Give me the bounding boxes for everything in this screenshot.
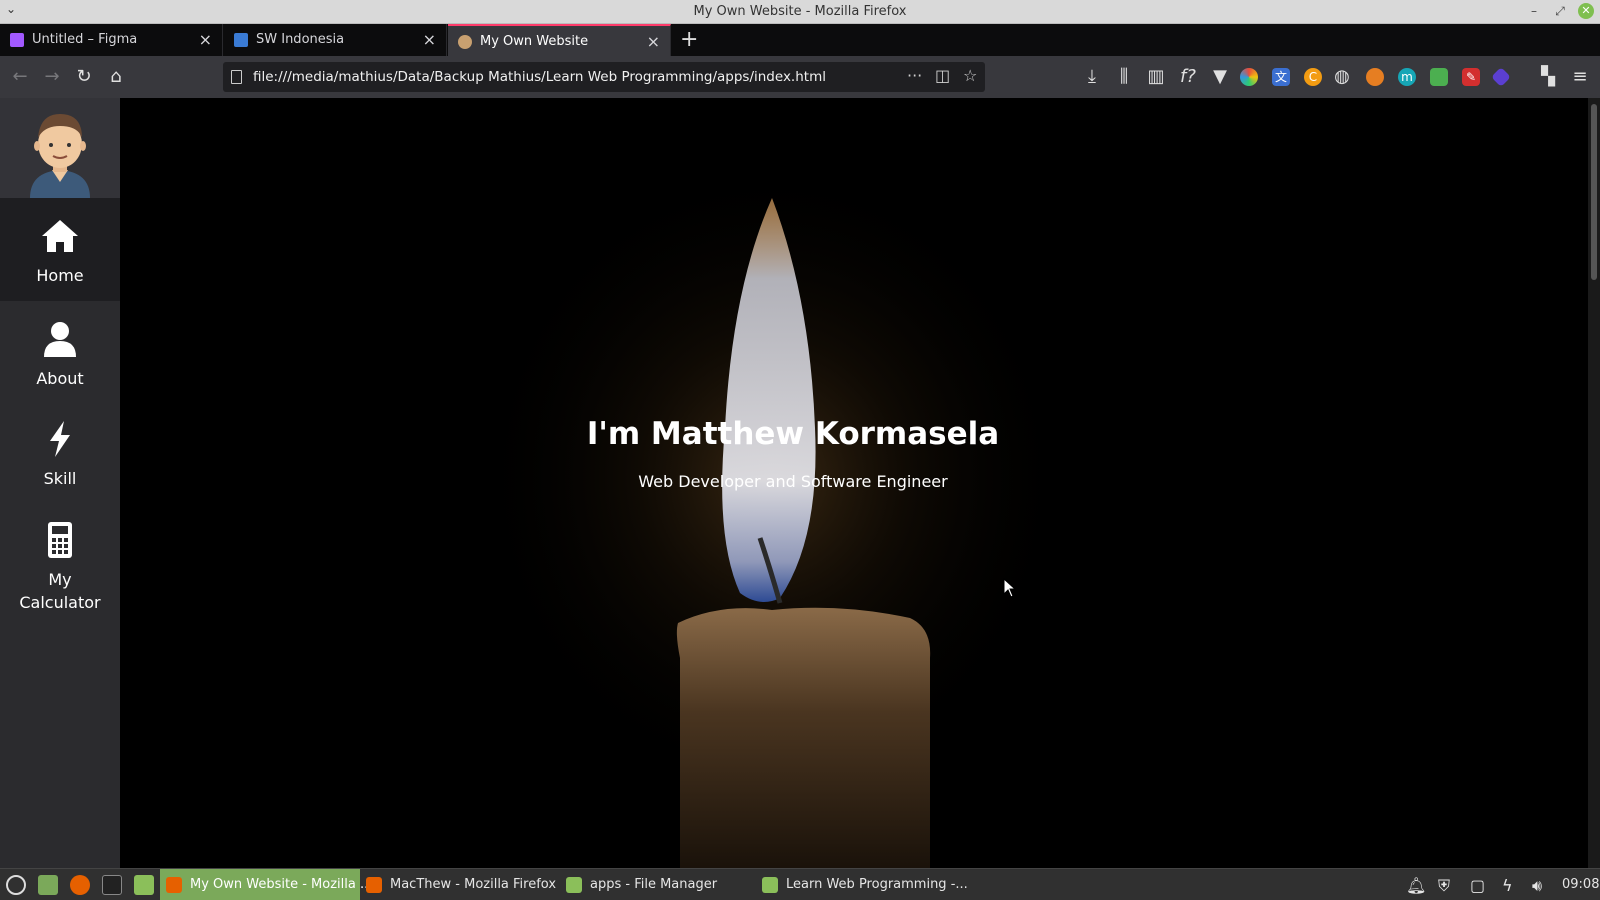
extensions-puzzle-icon[interactable]: ▚ <box>1536 65 1560 89</box>
tab-sw-indonesia[interactable]: SW Indonesia × <box>224 24 447 56</box>
reload-button[interactable]: ↻ <box>72 65 96 89</box>
close-window-button[interactable]: ✕ <box>1578 3 1594 19</box>
sidebar-label-line-2: Calculator <box>19 593 101 612</box>
figma-icon <box>10 33 24 47</box>
window-title: My Own Website - Mozilla Firefox <box>693 4 907 19</box>
folder-icon <box>566 877 582 893</box>
url-text[interactable]: file:///media/mathius/Data/Backup Mathiu… <box>253 69 826 85</box>
task-label: Learn Web Programming -... <box>786 877 968 892</box>
hero-title: I'm Matthew Kormasela <box>586 416 1000 452</box>
clock[interactable]: 09:08 <box>1562 877 1599 892</box>
forward-button[interactable]: → <box>40 65 64 89</box>
sidebar: Home About Skill My Calculator <box>0 98 120 868</box>
power-icon[interactable]: ϟ <box>1502 876 1513 895</box>
firefox-launcher-icon[interactable] <box>70 875 90 895</box>
avatar[interactable] <box>0 98 120 198</box>
url-bar[interactable]: file:///media/mathius/Data/Backup Mathiu… <box>223 62 985 92</box>
close-tab-icon[interactable]: × <box>647 32 660 51</box>
m-extension-icon[interactable]: m <box>1398 68 1416 86</box>
sidebar-item-label: My Calculator <box>0 568 120 614</box>
close-tab-icon[interactable]: × <box>423 30 436 49</box>
tab-label: My Own Website <box>480 34 589 49</box>
firefox-icon <box>366 877 382 893</box>
diamond-extension-icon[interactable] <box>1491 67 1511 87</box>
scrollbar-thumb[interactable] <box>1591 104 1597 280</box>
taskbar-task-learn-web-programming[interactable]: Learn Web Programming -... <box>756 869 968 900</box>
task-label: MacThew - Mozilla Firefox <box>390 877 557 892</box>
back-button[interactable]: ← <box>8 65 32 89</box>
new-tab-button[interactable]: + <box>680 27 698 52</box>
color-picker-extension-icon[interactable] <box>1240 68 1258 86</box>
sidebar-item-label: About <box>36 369 84 388</box>
lightning-icon <box>50 421 70 457</box>
bookmark-star-icon[interactable]: ☆ <box>963 66 977 85</box>
navigation-bar: ← → ↻ ⌂ file:///media/mathius/Data/Backu… <box>0 56 1600 98</box>
sidebar-toggle-icon[interactable]: ▥ <box>1144 65 1168 89</box>
orange-extension-icon[interactable]: C <box>1304 68 1322 86</box>
shield-icon[interactable]: ⛨ <box>1438 876 1450 896</box>
library-icon[interactable]: ⫼ <box>1112 65 1136 89</box>
sheet-extension-icon[interactable] <box>1430 68 1448 86</box>
notification-bell-icon[interactable]: 🔔︎ <box>1406 876 1426 895</box>
folder-icon <box>762 877 778 893</box>
tab-label: SW Indonesia <box>256 32 345 47</box>
minimize-button[interactable]: – <box>1526 3 1542 19</box>
calculator-icon <box>48 522 72 558</box>
close-tab-icon[interactable]: × <box>199 30 212 49</box>
translate-extension-icon[interactable]: 文 <box>1272 68 1290 86</box>
avatar-icon <box>0 98 120 198</box>
page-icon <box>231 70 242 84</box>
sidebar-item-label: Skill <box>43 469 77 488</box>
terminal-launcher-icon[interactable] <box>102 875 122 895</box>
taskbar-task-file-manager[interactable]: apps - File Manager <box>560 869 760 900</box>
hero-subtitle: Web Developer and Software Engineer <box>638 472 948 491</box>
window-titlebar: ⌄ My Own Website - Mozilla Firefox – ⤢ ✕ <box>0 0 1600 24</box>
sidebar-item-calculator[interactable]: My Calculator <box>0 502 120 622</box>
home-icon <box>42 220 78 252</box>
page-actions-icon[interactable]: ··· <box>907 66 922 85</box>
pen-extension-icon[interactable]: ✎ <box>1462 68 1480 86</box>
taskbar-task-my-own-website[interactable]: My Own Website - Mozilla ... <box>160 869 372 900</box>
mouse-cursor-icon <box>1003 578 1017 598</box>
firefox-icon <box>166 877 182 893</box>
tab-figma[interactable]: Untitled – Figma × <box>0 24 223 56</box>
mint-menu-icon[interactable] <box>6 875 26 895</box>
tab-label: Untitled – Figma <box>32 32 138 47</box>
taskbar: My Own Website - Mozilla ... MacThew - M… <box>0 868 1600 900</box>
pocket-icon[interactable]: ◫ <box>935 66 950 85</box>
window-icon[interactable]: ▢ <box>1470 876 1485 895</box>
maximize-button[interactable]: ⤢ <box>1552 3 1568 19</box>
tab-bar: Untitled – Figma × SW Indonesia × My Own… <box>0 24 1600 56</box>
cookie-extension-icon[interactable] <box>1366 68 1384 86</box>
user-icon <box>44 322 76 357</box>
avatar-favicon <box>458 35 472 49</box>
downloads-icon[interactable]: ⤓ <box>1080 65 1104 89</box>
hamburger-menu-icon[interactable]: ≡ <box>1568 65 1592 89</box>
volume-icon[interactable]: 🔊︎ <box>1532 876 1542 896</box>
home-button[interactable]: ⌂ <box>104 65 128 89</box>
page-scrollbar[interactable] <box>1588 98 1600 868</box>
globe-extension-icon[interactable]: ◍ <box>1330 65 1354 89</box>
font-extension-icon[interactable]: f? <box>1176 65 1200 89</box>
sidebar-item-about[interactable]: About <box>0 301 120 404</box>
sw-indonesia-icon <box>234 33 248 47</box>
sidebar-item-skill[interactable]: Skill <box>0 401 120 504</box>
file-manager-launcher-icon[interactable] <box>134 875 154 895</box>
sidebar-item-home[interactable]: Home <box>0 198 120 301</box>
taskbar-task-macthew[interactable]: MacThew - Mozilla Firefox <box>360 869 560 900</box>
website-viewport: Home About Skill My Calculator I'm Matth… <box>0 98 1588 868</box>
hero-section: I'm Matthew Kormasela Web Developer and … <box>120 98 1588 868</box>
show-desktop-icon[interactable] <box>38 875 58 895</box>
sidebar-item-label: Home <box>36 266 84 285</box>
sidebar-label-line-1: My <box>48 570 72 589</box>
vue-devtools-icon[interactable]: ▼ <box>1208 65 1232 89</box>
task-label: My Own Website - Mozilla ... <box>190 877 373 892</box>
task-label: apps - File Manager <box>590 877 718 892</box>
tab-my-own-website[interactable]: My Own Website × <box>448 24 671 56</box>
